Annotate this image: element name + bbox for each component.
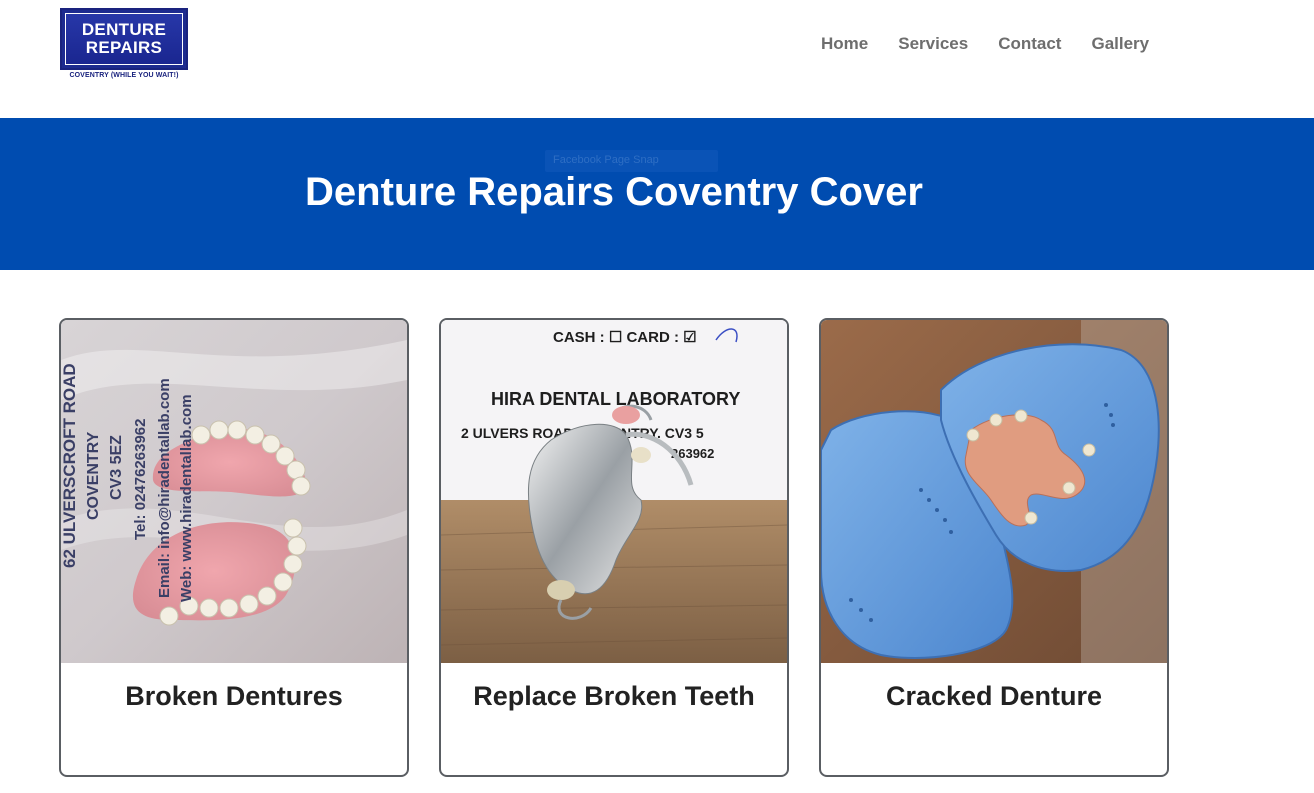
broken-dentures-img-text-5: Email: info@hiradentallab.com (156, 378, 173, 598)
page-title: Denture Repairs Coventry Cover (305, 170, 923, 214)
logo-line-1: DENTURE (81, 20, 167, 39)
card-title: Cracked Denture (885, 681, 1103, 711)
broken-dentures-photo: 62 ULVERSCROFT ROAD COVENTRY CV3 5EZ Tel… (61, 320, 407, 663)
nav-services-link[interactable]: Services (883, 32, 983, 56)
card-replace-broken-teeth[interactable]: CASH : ☐ CARD : ☑ HIRA DENTAL LABORATORY… (439, 318, 789, 777)
banner-ghost-caption: Facebook Page Snap (545, 150, 718, 172)
broken-dentures-img-text-2: COVENTRY (85, 431, 102, 520)
cracked-denture-photo (821, 320, 1167, 663)
card-title: Broken Dentures (125, 681, 343, 711)
receipt-payment-text: CASH : ☐ CARD : ☑ (553, 329, 697, 346)
main-nav: Home Services Contact Gallery (806, 32, 1164, 56)
site-logo[interactable]: DENTURE REPAIRS COVENTRY (WHILE YOU WAIT… (60, 8, 188, 82)
nav-contact-link[interactable]: Contact (983, 32, 1076, 56)
logo-box: DENTURE REPAIRS (60, 8, 188, 70)
broken-dentures-img-text-6: Web: www.hiradentallab.com (178, 394, 195, 602)
card-broken-dentures[interactable]: 62 ULVERSCROFT ROAD COVENTRY CV3 5EZ Tel… (59, 318, 409, 777)
logo-line-2: REPAIRS (85, 38, 163, 57)
card-title: Replace Broken Teeth (473, 681, 755, 711)
broken-dentures-img-text-3: CV3 5EZ (108, 435, 125, 500)
logo-inner: DENTURE REPAIRS (65, 13, 183, 65)
site-header: DENTURE REPAIRS COVENTRY (WHILE YOU WAIT… (0, 0, 1314, 118)
broken-dentures-img-text-4: Tel: 02476263962 (132, 419, 149, 541)
nav-gallery-link[interactable]: Gallery (1076, 32, 1164, 56)
broken-dentures-img-text-1: 62 ULVERSCROFT ROAD (61, 363, 79, 568)
banner-ghost-text: Facebook Page Snap (553, 154, 659, 166)
logo-tagline: COVENTRY (WHILE YOU WAIT!) (69, 72, 179, 79)
receipt-lab-name: HIRA DENTAL LABORATORY (491, 389, 740, 409)
nav-home-link[interactable]: Home (806, 32, 883, 56)
card-cracked-denture[interactable]: Cracked Denture (819, 318, 1169, 777)
hero-banner: Facebook Page Snap Denture Repairs Coven… (0, 118, 1314, 270)
replace-broken-teeth-photo: CASH : ☐ CARD : ☑ HIRA DENTAL LABORATORY… (441, 320, 787, 663)
